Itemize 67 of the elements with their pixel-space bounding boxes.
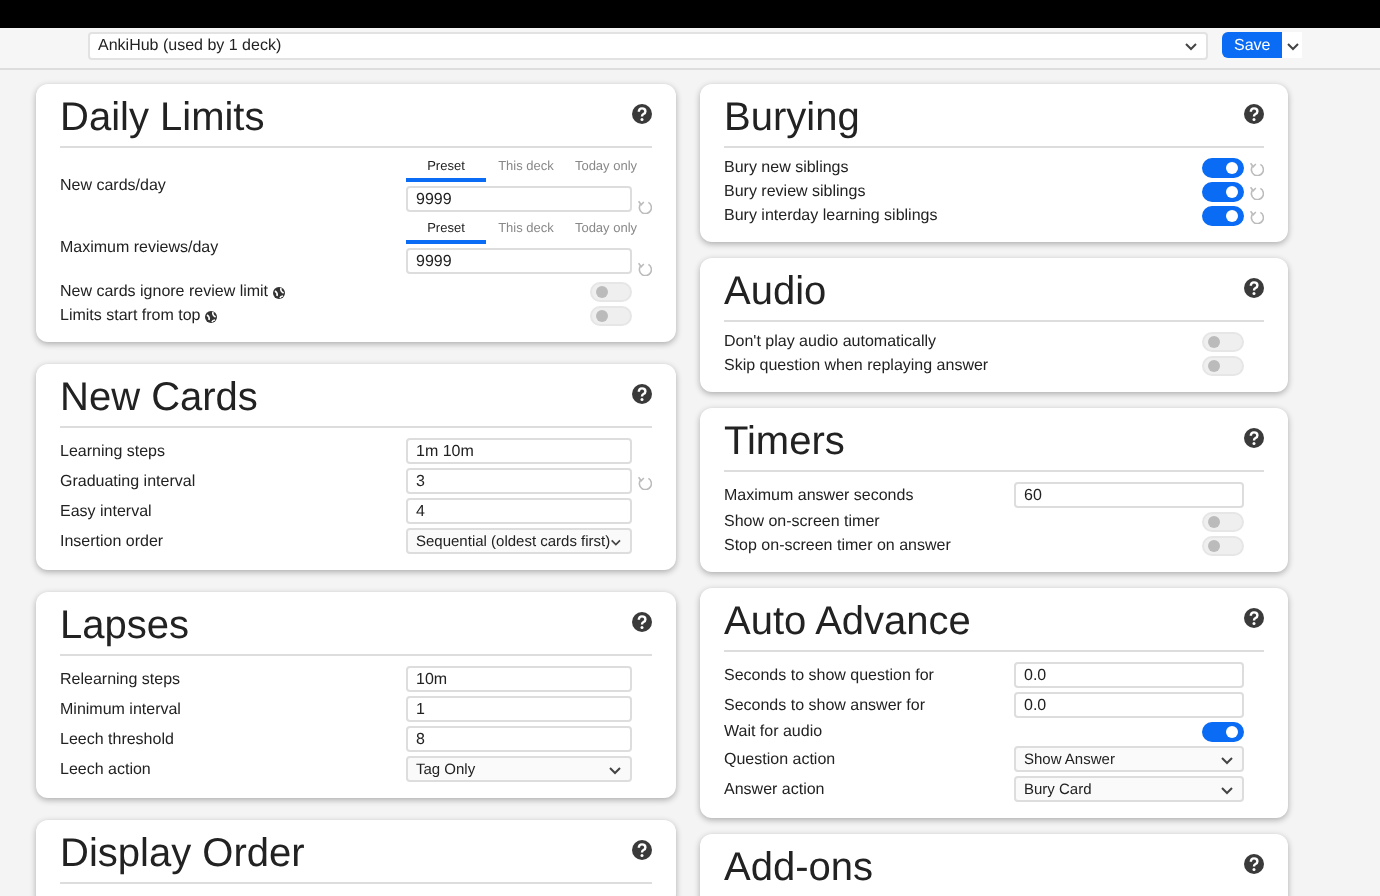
setting-label: Wait for audio [724, 722, 823, 742]
help-icon[interactable] [632, 104, 652, 124]
caret-icon [1184, 40, 1198, 52]
setting-label: Relearning steps [60, 669, 181, 689]
card-title: New Cards [60, 376, 258, 420]
save-button[interactable]: Save [1222, 32, 1283, 58]
card-title: Daily Limits [60, 96, 265, 140]
setting-label: Bury review siblings [724, 182, 866, 202]
help-icon[interactable] [632, 384, 652, 404]
number-field[interactable]: 9999 [406, 248, 632, 274]
help-icon[interactable] [1244, 854, 1264, 874]
text-field[interactable]: 1 [406, 696, 632, 722]
setting-label: Learning steps [60, 441, 165, 461]
text-field[interactable]: 1m 10m [406, 438, 632, 464]
card-title: Display Order [60, 832, 305, 876]
text-field[interactable]: 0.0 [1014, 662, 1244, 688]
help-icon[interactable] [632, 612, 652, 632]
setting-label: Easy interval [60, 501, 152, 521]
text-field[interactable]: 3 [406, 468, 632, 494]
setting-label: Skip question when replaying answer [724, 356, 989, 376]
setting-label: Bury interday learning siblings [724, 206, 938, 226]
caret-icon [1220, 753, 1234, 765]
help-icon[interactable] [632, 840, 652, 860]
setting-label: Bury new siblings [724, 158, 849, 178]
help-icon[interactable] [1244, 278, 1264, 298]
caret-icon [1285, 39, 1300, 51]
setting-label: Stop on-screen timer on answer [724, 536, 951, 556]
caret-icon [1220, 783, 1234, 795]
setting-label: Minimum interval [60, 699, 181, 719]
help-icon[interactable] [1244, 428, 1264, 448]
caret-icon [608, 763, 622, 775]
setting-label: Leech action [60, 759, 151, 779]
toggle-switch[interactable] [1202, 206, 1244, 226]
preset-select[interactable]: AnkiHub (used by 1 deck) [88, 32, 1208, 60]
setting-label: New cards/day [60, 175, 166, 195]
text-field[interactable]: 0.0 [1014, 692, 1244, 718]
card-title: Burying [724, 96, 860, 140]
toggle-switch[interactable] [1202, 722, 1244, 742]
setting-label: Seconds to show answer for [724, 695, 925, 715]
setting-label: Maximum answer seconds [724, 485, 914, 505]
caret-icon [610, 535, 622, 547]
setting-label: Leech threshold [60, 729, 174, 749]
text-field[interactable]: 4 [406, 498, 632, 524]
setting-label: Answer action [724, 779, 825, 799]
setting-label: Seconds to show question for [724, 665, 934, 685]
card-title: Audio [724, 270, 827, 314]
text-field[interactable]: 10m [406, 666, 632, 692]
text-field[interactable]: 60 [1014, 482, 1244, 508]
text-field[interactable]: 8 [406, 726, 632, 752]
toggle-switch[interactable] [1202, 158, 1244, 178]
setting-label: Show on-screen timer [724, 512, 880, 532]
help-icon[interactable] [1244, 104, 1264, 124]
card-title: Timers [724, 420, 845, 464]
card-title: Add-ons [724, 846, 873, 890]
card-title: Auto Advance [724, 600, 971, 644]
setting-label: Maximum reviews/day [60, 237, 219, 257]
setting-label: Question action [724, 749, 836, 769]
toggle-switch[interactable] [1202, 182, 1244, 202]
help-icon[interactable] [1244, 608, 1264, 628]
setting-label: Insertion order [60, 531, 164, 551]
setting-label: New cards ignore review limit [60, 282, 269, 302]
number-field[interactable]: 9999 [406, 186, 632, 212]
save-options-button[interactable] [1282, 32, 1303, 58]
setting-label: Don't play audio automatically [724, 332, 937, 352]
card-title: Lapses [60, 604, 189, 648]
setting-label: Graduating interval [60, 471, 196, 491]
setting-label: Limits start from top [60, 306, 201, 326]
